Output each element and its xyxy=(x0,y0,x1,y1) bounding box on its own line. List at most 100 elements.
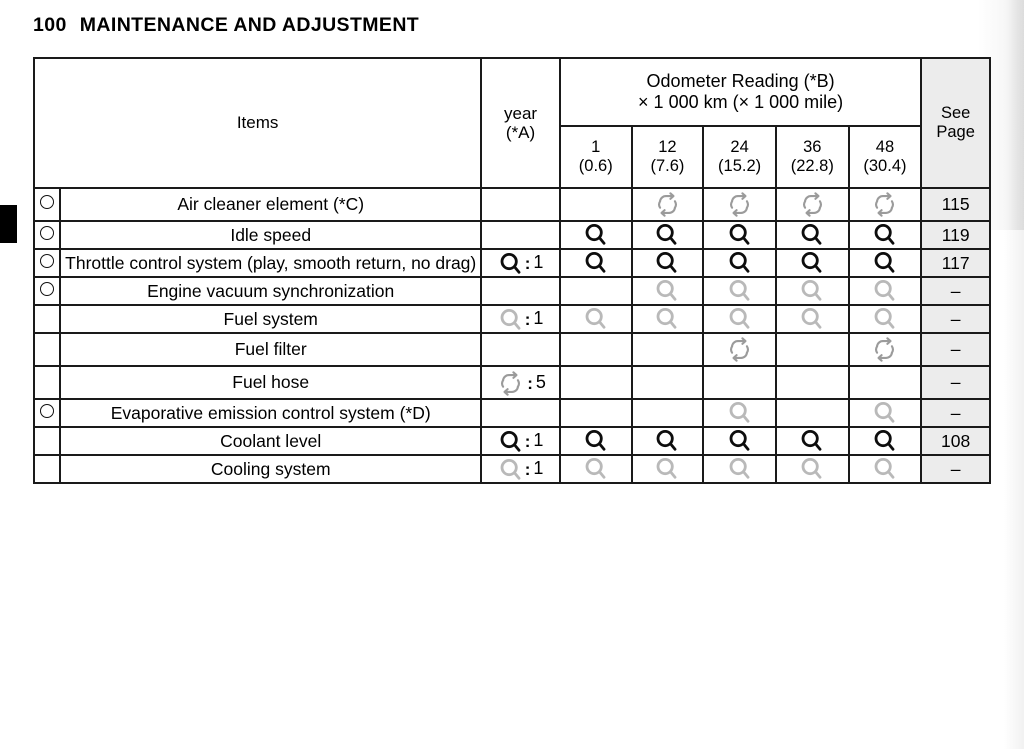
table-row: Air cleaner element (*C) 115 xyxy=(32,187,991,222)
service-cell-24 xyxy=(702,220,777,250)
year-interval-cell: :1 xyxy=(480,426,561,456)
header-odometer-col-24: 24 (15.2) xyxy=(702,124,777,190)
magnifier-inspect-icon xyxy=(799,222,825,248)
maintenance-item-label: Idle speed xyxy=(59,220,483,250)
see-page-cell: – xyxy=(920,276,991,306)
service-cell-1 xyxy=(558,426,633,456)
magnifier-inspect-icon xyxy=(498,251,524,277)
table-row: Idle speed 119 xyxy=(32,220,991,250)
emission-related-marker-cell xyxy=(32,332,62,367)
table-row: Fuel hose:5 – xyxy=(32,365,991,400)
table-row: Throttle control system (play, smooth re… xyxy=(32,248,991,278)
service-cell-1 xyxy=(558,304,633,334)
year-separator: : xyxy=(524,310,531,330)
see-page-cell: – xyxy=(920,365,991,400)
replace-arrows-icon xyxy=(724,334,755,365)
header-year: year (*A) xyxy=(480,57,561,189)
page-edge-shading xyxy=(1004,0,1024,749)
magnifier-inspect-icon xyxy=(799,456,825,482)
year-value: 1 xyxy=(533,458,544,479)
magnifier-inspect-icon xyxy=(872,400,898,426)
emission-related-marker-cell xyxy=(32,248,62,278)
header-odometer-line1: Odometer Reading (*B) xyxy=(646,71,835,92)
service-cell-36 xyxy=(774,304,850,334)
see-page-cell: 117 xyxy=(920,248,991,278)
magnifier-inspect-icon xyxy=(654,456,680,482)
year-separator: : xyxy=(524,460,531,480)
header-odometer-mile: (7.6) xyxy=(650,156,685,175)
table-row: Evaporative emission control system (*D)… xyxy=(32,398,991,428)
see-page-cell: 119 xyxy=(920,220,991,250)
service-cell-48 xyxy=(847,454,923,484)
year-interval-cell xyxy=(480,187,561,222)
header-odometer-mile: (22.8) xyxy=(790,156,834,175)
service-cell-24 xyxy=(702,187,777,222)
magnifier-inspect-icon xyxy=(498,307,524,333)
maintenance-item-label: Throttle control system (play, smooth re… xyxy=(59,248,483,278)
maintenance-schedule-table: Items year (*A) Odometer Reading (*B) × … xyxy=(32,57,991,484)
emission-related-marker-cell xyxy=(32,220,62,250)
magnifier-inspect-icon xyxy=(872,428,898,454)
maintenance-item-label: Coolant level xyxy=(59,426,483,456)
year-value: 1 xyxy=(533,252,544,273)
service-cell-1 xyxy=(558,276,633,306)
year-interval-cell xyxy=(480,332,561,367)
table-body: Air cleaner element (*C) 115 Idle speed 119… xyxy=(32,187,991,484)
magnifier-inspect-icon xyxy=(727,278,753,304)
service-cell-24 xyxy=(702,454,777,484)
service-cell-48 xyxy=(847,220,923,250)
service-cell-36 xyxy=(774,365,850,400)
magnifier-inspect-icon xyxy=(583,222,609,248)
service-cell-36 xyxy=(774,398,850,428)
header-odometer-mile: (30.4) xyxy=(863,156,907,175)
replace-arrows-icon xyxy=(652,189,683,220)
replace-arrows-icon xyxy=(797,189,828,220)
table-row: Engine vacuum synchronization – xyxy=(32,276,991,306)
magnifier-inspect-icon xyxy=(872,222,898,248)
magnifier-inspect-icon xyxy=(498,457,524,483)
header-odometer-col-12: 12 (7.6) xyxy=(630,124,705,190)
service-cell-48 xyxy=(847,276,923,306)
emission-related-marker-cell xyxy=(32,426,62,456)
magnifier-inspect-icon xyxy=(872,306,898,332)
header-odometer-mile: (0.6) xyxy=(578,156,613,175)
see-page-cell: – xyxy=(920,454,991,484)
service-cell-36 xyxy=(774,248,850,278)
emission-related-circle-icon xyxy=(40,195,55,209)
service-cell-36 xyxy=(774,187,850,222)
year-value: 1 xyxy=(533,430,544,451)
service-cell-48 xyxy=(847,187,923,222)
service-cell-24 xyxy=(702,276,777,306)
magnifier-inspect-icon xyxy=(727,400,753,426)
year-interval-cell xyxy=(480,276,561,306)
service-cell-1 xyxy=(558,398,633,428)
year-interval-cell xyxy=(480,398,561,428)
service-cell-12 xyxy=(630,187,705,222)
service-cell-24 xyxy=(702,248,777,278)
magnifier-inspect-icon xyxy=(583,306,609,332)
magnifier-inspect-icon xyxy=(727,306,753,332)
service-cell-12 xyxy=(630,248,705,278)
emission-related-marker-cell xyxy=(32,398,62,428)
see-page-cell: 115 xyxy=(920,187,991,222)
service-cell-12 xyxy=(630,304,705,334)
service-cell-1 xyxy=(558,187,633,222)
magnifier-inspect-icon xyxy=(799,278,825,304)
magnifier-inspect-icon xyxy=(799,428,825,454)
magnifier-inspect-icon xyxy=(654,428,680,454)
page-title: MAINTENANCE AND ADJUSTMENT xyxy=(79,14,420,36)
page-edge-tab-marker xyxy=(0,205,17,243)
header-odometer-col-1: 1 (0.6) xyxy=(558,124,633,190)
service-cell-1 xyxy=(558,220,633,250)
header-odometer-col-36: 36 (22.8) xyxy=(774,124,850,190)
emission-related-circle-icon xyxy=(40,403,55,418)
header-row-primary: Items year (*A) Odometer Reading (*B) × … xyxy=(32,57,991,189)
emission-related-marker-cell xyxy=(32,454,62,484)
magnifier-inspect-icon xyxy=(799,250,825,276)
header-see-page-line2: Page xyxy=(936,123,975,141)
service-cell-24 xyxy=(702,332,777,367)
year-separator: : xyxy=(524,432,531,452)
service-cell-24 xyxy=(702,365,777,400)
service-cell-36 xyxy=(774,454,850,484)
maintenance-item-label: Fuel filter xyxy=(59,332,483,367)
